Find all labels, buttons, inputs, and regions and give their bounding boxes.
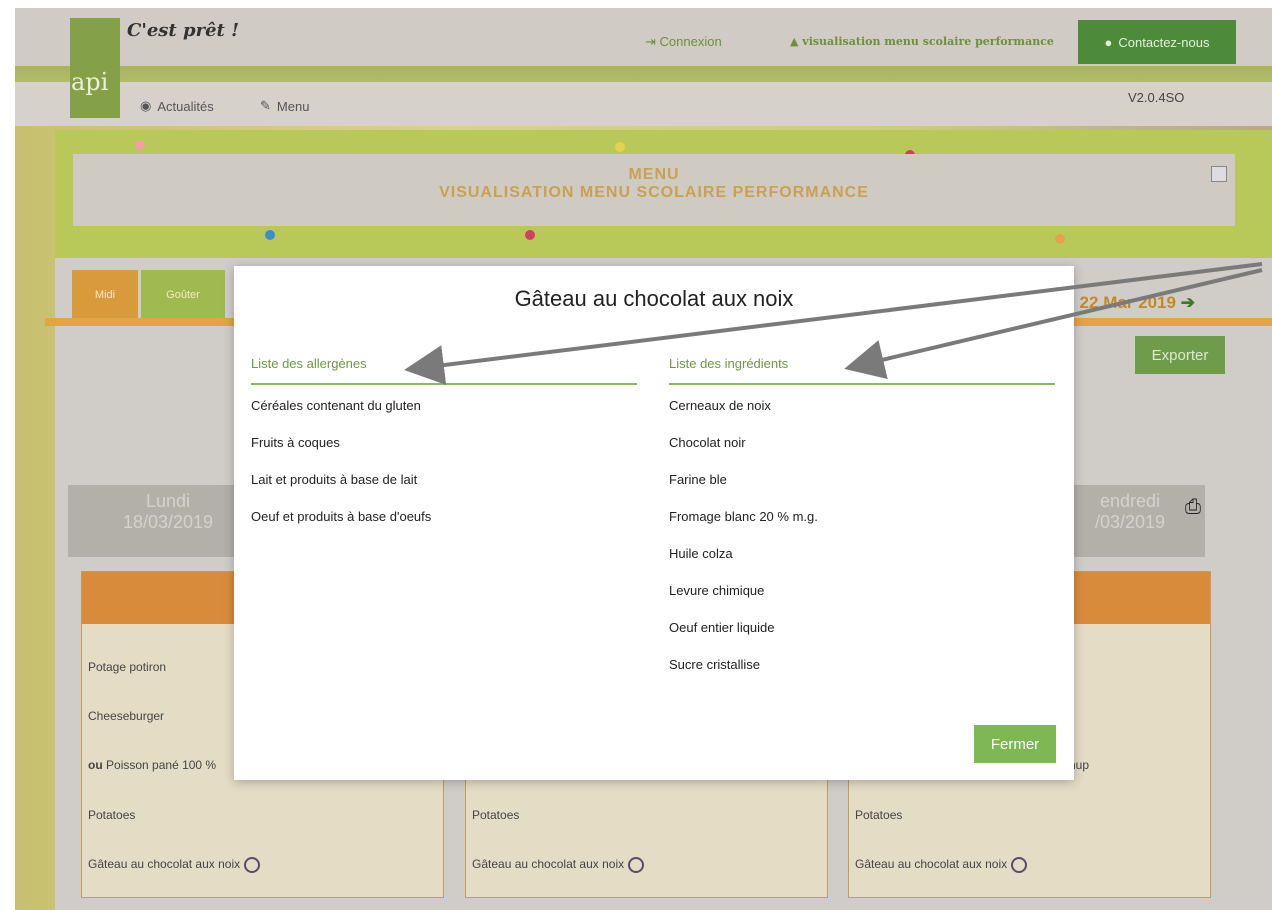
ingredient-item: Levure chimique — [669, 583, 765, 598]
allergen-info-icon[interactable] — [244, 857, 261, 873]
ingredient-item: Sucre cristallise — [669, 657, 761, 672]
tab-midi[interactable]: Midi — [72, 270, 138, 320]
banner-subtitle: VISUALISATION MENU SCOLAIRE PERFORMANCE — [439, 184, 869, 201]
brand-name: C'est prêt ! — [127, 20, 240, 41]
page-banner: MENU VISUALISATION MENU SCOLAIRE PERFORM… — [73, 154, 1235, 226]
broken-image-icon — [1211, 166, 1227, 182]
dish-item-dessert[interactable]: Gâteau au chocolat aux noix — [472, 857, 645, 873]
dish-item-dessert[interactable]: Gâteau au chocolat aux noix — [855, 857, 1028, 873]
allergen-info-icon[interactable] — [628, 857, 645, 873]
allergens-heading: Liste des allergènes — [251, 356, 367, 371]
nav-menu[interactable]: ✎ Menu — [260, 98, 309, 114]
confetti-dot — [615, 142, 625, 152]
dish-item[interactable]: Potatoes — [855, 808, 902, 822]
or-label: ou — [88, 758, 103, 772]
ingredient-item: Huile colza — [669, 546, 733, 561]
nav-news-label: Actualités — [157, 98, 214, 114]
ingredients-heading: Liste des ingrédients — [669, 356, 789, 371]
logo-text: api — [71, 68, 109, 96]
allergen-item: Fruits à coques — [251, 435, 340, 450]
next-week-icon[interactable]: ➔ — [1181, 293, 1195, 312]
login-label: Connexion — [659, 34, 722, 49]
login-icon: ⇥ — [645, 34, 660, 49]
dish-label: Gâteau au chocolat aux noix — [88, 857, 241, 872]
dish-item[interactable]: Cheeseburger — [88, 709, 164, 723]
tab-gouter[interactable]: Goûter — [141, 270, 225, 320]
ingredient-item: Chocolat noir — [669, 435, 746, 450]
nav-menu-label: Menu — [276, 98, 310, 114]
allergen-item: Céréales contenant du gluten — [251, 398, 421, 413]
view-menu-label: visualisation menu scolaire performance — [802, 35, 1054, 48]
ingredient-item: Oeuf entier liquide — [669, 620, 775, 635]
globe-icon: ◉ — [140, 98, 152, 113]
day-name: endredi — [1099, 491, 1161, 511]
confetti-dot — [135, 140, 145, 150]
ingredient-item: Farine ble — [669, 472, 727, 487]
allergen-item: Lait et produits à base de lait — [251, 472, 418, 487]
version-label: V2.0.4SO — [1128, 90, 1185, 105]
printer-icon[interactable]: ⎙ — [1185, 496, 1201, 519]
allergen-item: Oeuf et produits à base d'oeufs — [251, 509, 432, 524]
close-label: Fermer — [990, 735, 1040, 753]
contact-label: Contactez-nous — [1118, 34, 1210, 50]
dish-item[interactable]: Potatoes — [88, 808, 135, 822]
chat-icon: ● — [1104, 34, 1113, 50]
nav-news[interactable]: ◉ Actualités — [140, 98, 214, 114]
dish-item-dessert[interactable]: Gâteau au chocolat aux noix — [88, 857, 261, 873]
allergen-info-icon[interactable] — [1011, 857, 1028, 873]
allergens-divider — [251, 383, 637, 385]
login-link[interactable]: ⇥ Connexion — [645, 34, 722, 50]
dish-label: Gâteau au chocolat aux noix — [855, 857, 1008, 872]
dish-label: Poisson pané 100 % — [106, 758, 217, 772]
confetti-dot — [265, 230, 275, 240]
tab-midi-label: Midi — [94, 289, 116, 301]
ingredients-divider — [669, 383, 1055, 385]
day-header-friday: endredi /03/2019 — [1055, 485, 1205, 557]
contact-button[interactable]: ● Contactez-nous — [1078, 20, 1236, 64]
ingredient-item: Cerneaux de noix — [669, 398, 771, 413]
confetti-dot — [1055, 234, 1065, 244]
week-range: en 22 Mar 2019 ➔ — [1055, 293, 1195, 313]
tab-gouter-label: Goûter — [166, 289, 200, 301]
confetti-dot — [525, 230, 535, 240]
sitemap-icon: ▲ — [790, 35, 803, 48]
dish-label: Gâteau au chocolat aux noix — [472, 857, 625, 872]
dish-item-alt[interactable]: ou Poisson pané 100 % — [88, 758, 216, 772]
view-menu-link[interactable]: ▲ visualisation menu scolaire performanc… — [790, 35, 1054, 48]
edit-icon: ✎ — [260, 98, 271, 113]
banner-title: MENU — [628, 166, 680, 183]
export-label: Exporter — [1151, 346, 1209, 364]
close-button[interactable]: Fermer — [974, 725, 1056, 763]
ingredient-item: Fromage blanc 20 % m.g. — [669, 509, 818, 524]
dish-detail-modal: Gâteau au chocolat aux noix Liste des al… — [234, 266, 1074, 780]
day-date: /03/2019 — [1094, 512, 1166, 532]
dish-item[interactable]: Potage potiron — [88, 660, 166, 674]
export-button[interactable]: Exporter — [1135, 336, 1225, 374]
modal-title: Gâteau au chocolat aux noix — [514, 286, 794, 311]
dish-item[interactable]: Potatoes — [472, 808, 519, 822]
